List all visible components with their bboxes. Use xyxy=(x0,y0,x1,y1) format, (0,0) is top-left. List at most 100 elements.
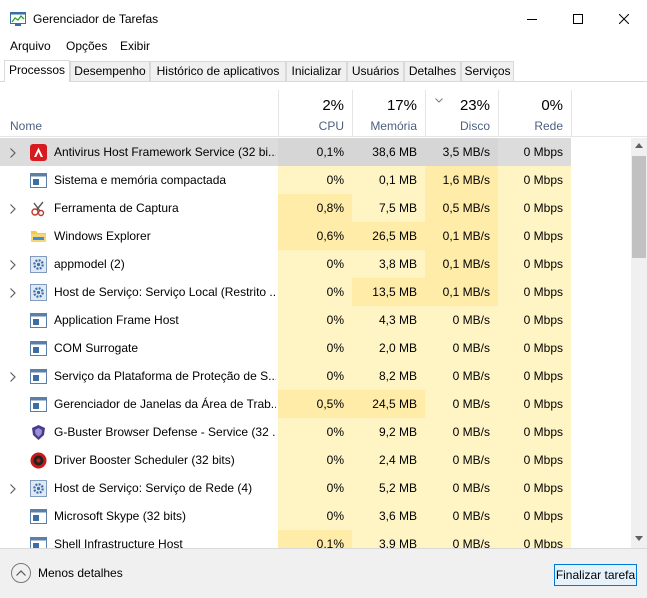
process-network: 0 Mbps xyxy=(498,194,571,222)
chevron-right-icon[interactable] xyxy=(10,483,18,494)
process-row[interactable]: Windows Explorer 0,6% 26,5 MB 0,1 MB/s 0 Mbp… xyxy=(0,222,631,250)
process-row[interactable]: appmodel (2) 0% 3,8 MB 0,1 MB/s 0 Mbps xyxy=(0,250,631,278)
process-name: Host de Serviço: Serviço de Rede (4) xyxy=(54,481,253,495)
process-memory: 0,1 MB xyxy=(352,166,425,194)
process-network: 0 Mbps xyxy=(498,530,571,548)
menu-opcoes[interactable]: Opções xyxy=(66,39,107,53)
process-memory: 2,0 MB xyxy=(352,334,425,362)
process-cpu: 0,1% xyxy=(278,138,352,166)
process-network: 0 Mbps xyxy=(498,502,571,530)
tab-inicializar[interactable]: Inicializar xyxy=(286,61,347,81)
process-disk: 0 MB/s xyxy=(425,334,498,362)
chevron-right-icon[interactable] xyxy=(10,203,18,214)
process-row[interactable]: Shell Infrastructure Host 0,1% 3,9 MB 0 MB/… xyxy=(0,530,631,548)
column-cpu-header[interactable]: 2% CPU xyxy=(278,82,352,136)
process-cpu: 0% xyxy=(278,362,352,390)
process-name: Application Frame Host xyxy=(54,313,179,327)
process-row[interactable]: Host de Serviço: Serviço Local (Restrito… xyxy=(0,278,631,306)
process-row[interactable]: Sistema e memória compactada 0% 0,1 MB 1,6 … xyxy=(0,166,631,194)
process-row[interactable]: Antivirus Host Framework Service (32 bi.… xyxy=(0,138,631,166)
process-name-cell[interactable]: Shell Infrastructure Host xyxy=(0,530,278,548)
process-name-cell[interactable]: Microsoft Skype (32 bits) xyxy=(0,502,278,530)
column-name-header[interactable]: Nome xyxy=(10,119,42,133)
process-memory: 3,6 MB xyxy=(352,502,425,530)
disk-label: Disco xyxy=(459,119,490,133)
maximize-button[interactable] xyxy=(555,0,601,38)
scroll-up-icon[interactable] xyxy=(635,143,643,148)
process-disk: 0 MB/s xyxy=(425,474,498,502)
tab-desempenho[interactable]: Desempenho xyxy=(70,61,150,81)
process-name: Driver Booster Scheduler (32 bits) xyxy=(54,453,235,467)
process-name: Host de Serviço: Serviço Local (Restrito… xyxy=(54,285,276,299)
process-name-cell[interactable]: Sistema e memória compactada xyxy=(0,166,278,194)
column-memory-header[interactable]: 17% Memória xyxy=(352,82,425,136)
process-name-cell[interactable]: Ferramenta de Captura xyxy=(0,194,278,222)
vertical-scrollbar[interactable] xyxy=(631,138,647,548)
process-network: 0 Mbps xyxy=(498,306,571,334)
scroll-thumb[interactable] xyxy=(632,156,646,258)
process-cpu: 0% xyxy=(278,446,352,474)
tab-servicos[interactable]: Serviços xyxy=(461,61,514,81)
window-app-icon xyxy=(30,368,47,385)
scroll-down-icon[interactable] xyxy=(635,536,643,541)
process-name-cell[interactable]: COM Surrogate xyxy=(0,334,278,362)
window-app-icon xyxy=(30,172,47,189)
process-disk: 0,1 MB/s xyxy=(425,278,498,306)
process-name-cell[interactable]: G-Buster Browser Defense - Service (32 .… xyxy=(0,418,278,446)
process-memory: 3,8 MB xyxy=(352,250,425,278)
less-details-button[interactable]: Menos detalhes xyxy=(11,562,123,584)
process-disk: 0 MB/s xyxy=(425,446,498,474)
process-name-cell[interactable]: Antivirus Host Framework Service (32 bi.… xyxy=(0,138,278,166)
chevron-right-icon[interactable] xyxy=(10,371,18,382)
process-name-cell[interactable]: Serviço da Plataforma de Proteção de S..… xyxy=(0,362,278,390)
process-row[interactable]: Ferramenta de Captura 0,8% 7,5 MB 0,5 MB/s 0… xyxy=(0,194,631,222)
tab-historico[interactable]: Histórico de aplicativos xyxy=(150,61,286,81)
tab-detalhes[interactable]: Detalhes xyxy=(404,61,461,81)
window-app-icon xyxy=(30,340,47,357)
process-row[interactable]: Host de Serviço: Serviço de Rede (4) 0% 5,… xyxy=(0,474,631,502)
end-task-button[interactable]: Finalizar tarefa xyxy=(554,564,637,586)
process-cpu: 0% xyxy=(278,306,352,334)
process-network: 0 Mbps xyxy=(498,390,571,418)
tab-processos[interactable]: Processos xyxy=(4,60,70,82)
process-name-cell[interactable]: Windows Explorer xyxy=(0,222,278,250)
menu-arquivo[interactable]: Arquivo xyxy=(10,39,51,53)
minimize-button[interactable] xyxy=(509,0,555,38)
chevron-right-icon[interactable] xyxy=(10,259,18,270)
window-app-icon xyxy=(30,396,47,413)
chevron-right-icon[interactable] xyxy=(10,287,18,298)
tab-usuarios[interactable]: Usuários xyxy=(347,61,404,81)
minimize-icon xyxy=(527,19,537,20)
process-row[interactable]: Gerenciador de Janelas da Área de Trab..… xyxy=(0,390,631,418)
process-name: appmodel (2) xyxy=(54,257,125,271)
process-network: 0 Mbps xyxy=(498,334,571,362)
gear-icon xyxy=(30,284,47,301)
network-label: Rede xyxy=(534,119,563,133)
process-row[interactable]: G-Buster Browser Defense - Service (32 .… xyxy=(0,418,631,446)
process-name-cell[interactable]: Driver Booster Scheduler (32 bits) xyxy=(0,446,278,474)
process-name-cell[interactable]: Gerenciador de Janelas da Área de Trab..… xyxy=(0,390,278,418)
column-network-header[interactable]: 0% Rede xyxy=(498,82,571,136)
process-name-cell[interactable]: Host de Serviço: Serviço de Rede (4) xyxy=(0,474,278,502)
process-row[interactable]: Microsoft Skype (32 bits) 0% 3,6 MB 0 MB/s 0… xyxy=(0,502,631,530)
chevron-right-icon[interactable] xyxy=(10,147,18,158)
menu-exibir[interactable]: Exibir xyxy=(120,39,150,53)
close-button[interactable] xyxy=(601,0,647,38)
process-row[interactable]: Serviço da Plataforma de Proteção de S..… xyxy=(0,362,631,390)
process-memory: 7,5 MB xyxy=(352,194,425,222)
process-name-cell[interactable]: Host de Serviço: Serviço Local (Restrito… xyxy=(0,278,278,306)
gear-icon xyxy=(30,256,47,273)
process-row[interactable]: Driver Booster Scheduler (32 bits) 0% 2,4 … xyxy=(0,446,631,474)
process-row[interactable]: COM Surrogate 0% 2,0 MB 0 MB/s 0 Mbps xyxy=(0,334,631,362)
column-disk-header[interactable]: 23% Disco xyxy=(425,82,498,136)
column-divider[interactable] xyxy=(571,90,572,136)
process-name: Shell Infrastructure Host xyxy=(54,537,183,548)
title-bar[interactable]: Gerenciador de Tarefas xyxy=(0,0,647,38)
footer: Menos detalhes Finalizar tarefa xyxy=(0,548,647,598)
maximize-icon xyxy=(573,14,583,24)
process-name-cell[interactable]: Application Frame Host xyxy=(0,306,278,334)
process-memory: 3,9 MB xyxy=(352,530,425,548)
process-name-cell[interactable]: appmodel (2) xyxy=(0,250,278,278)
process-name: Windows Explorer xyxy=(54,229,151,243)
process-row[interactable]: Application Frame Host 0% 4,3 MB 0 MB/s 0 Mb… xyxy=(0,306,631,334)
